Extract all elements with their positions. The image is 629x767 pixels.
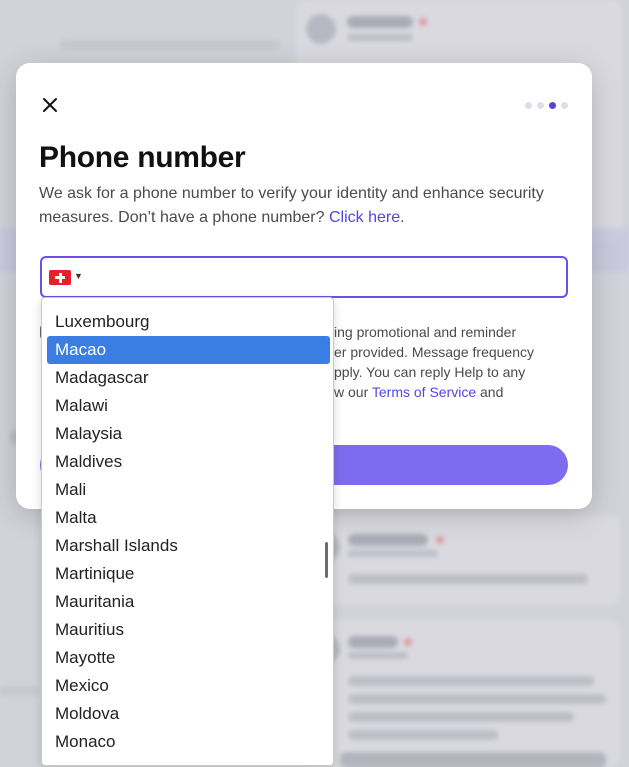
country-option[interactable]: Luxembourg [47, 308, 330, 336]
country-option[interactable]: Monaco [47, 728, 330, 756]
click-here-link[interactable]: Click here [329, 209, 400, 226]
country-option[interactable]: Malta [47, 504, 330, 532]
chevron-down-icon[interactable]: ▼ [74, 271, 83, 281]
terms-of-service-link[interactable]: Terms of Service [372, 384, 476, 400]
country-option[interactable]: Mexico [47, 672, 330, 700]
country-option[interactable]: Malawi [47, 392, 330, 420]
dropdown-scrollbar[interactable] [325, 542, 328, 578]
consent-text: ing promotional and reminder er provided… [334, 322, 574, 402]
description-text: We ask for a phone number to verify your… [39, 185, 544, 226]
country-option[interactable]: Martinique [47, 560, 330, 588]
phone-input[interactable] [86, 258, 558, 296]
description-period: . [400, 209, 405, 226]
close-button[interactable] [39, 94, 61, 116]
country-dropdown[interactable]: Luxembourg Macao Madagascar Malawi Malay… [41, 297, 334, 766]
consent-line-4: w our [334, 384, 372, 400]
consent-line-3: pply. You can reply Help to any [334, 364, 526, 380]
dialog-description: We ask for a phone number to verify your… [39, 182, 559, 230]
step-dot [537, 102, 544, 109]
close-icon [43, 98, 57, 112]
step-indicator [525, 102, 568, 109]
consent-line-1: ing promotional and reminder [334, 324, 517, 340]
switzerland-flag-icon[interactable] [49, 270, 71, 285]
phone-number-field: ▼ [40, 256, 568, 298]
country-option[interactable]: Mauritania [47, 588, 330, 616]
country-option-selected[interactable]: Macao [47, 336, 330, 364]
country-option[interactable]: Mali [47, 476, 330, 504]
country-option[interactable]: Madagascar [47, 364, 330, 392]
step-dot-active [549, 102, 556, 109]
country-option[interactable]: Marshall Islands [47, 532, 330, 560]
consent-and: and [480, 384, 504, 400]
consent-line-2: er provided. Message frequency [334, 344, 534, 360]
step-dot [561, 102, 568, 109]
country-option[interactable]: Mauritius [47, 616, 330, 644]
step-dot [525, 102, 532, 109]
country-option[interactable]: Malaysia [47, 420, 330, 448]
dialog-title: Phone number [39, 141, 246, 174]
country-option[interactable]: Mayotte [47, 644, 330, 672]
country-option[interactable]: Maldives [47, 448, 330, 476]
country-option[interactable]: Moldova [47, 700, 330, 728]
